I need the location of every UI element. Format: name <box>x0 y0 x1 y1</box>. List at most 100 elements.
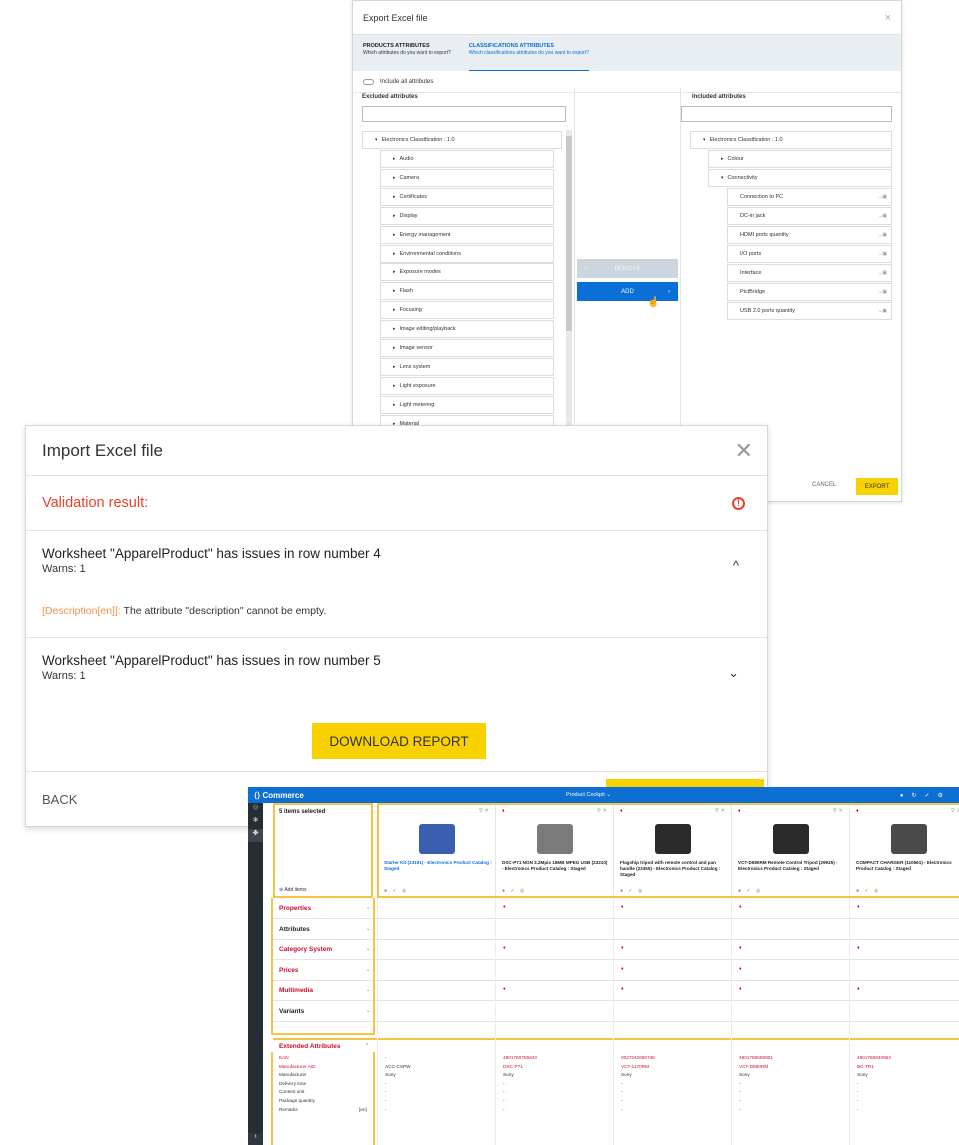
attribute-value[interactable]: - <box>857 1089 859 1094</box>
remove-button[interactable]: ‹ REMOVE <box>577 259 678 278</box>
chevron-up-icon[interactable]: ^ <box>366 1043 368 1049</box>
product-image[interactable] <box>891 824 927 854</box>
attribute-value[interactable]: Sony <box>621 1072 632 1077</box>
back-button[interactable]: BACK <box>42 792 77 807</box>
caret-right-icon[interactable]: ▸ <box>393 269 396 275</box>
chevron-down-icon[interactable]: ⌄ <box>728 665 739 681</box>
caret-down-icon[interactable]: ▾ <box>375 137 378 143</box>
tree-node[interactable]: ▸ Image sensor <box>380 339 554 357</box>
close-icon[interactable]: × <box>885 12 891 24</box>
caret-right-icon[interactable]: ▸ <box>393 251 396 257</box>
attribute-value[interactable]: Sony <box>503 1072 514 1077</box>
tree-node[interactable]: ▸ Exposure modes <box>380 263 554 282</box>
tree-node-root[interactable]: ▾ Electronics Classification : 1.0 <box>690 131 892 149</box>
attribute-value[interactable]: 0027242680746 <box>621 1055 655 1060</box>
expand-icon[interactable]: › <box>248 1133 263 1145</box>
attribute-value[interactable]: BC-TR1 <box>857 1064 874 1069</box>
check-icon[interactable]: ✓ <box>925 793 938 799</box>
product-image[interactable] <box>655 824 691 854</box>
tree-node[interactable]: ▸ Camera <box>380 168 554 187</box>
caret-right-icon[interactable]: ▸ <box>393 383 396 389</box>
product-image[interactable] <box>537 824 573 854</box>
step-products-attributes[interactable]: PRODUCTS ATTRIBUTES Which attributes do … <box>363 43 451 71</box>
extended-attributes-header[interactable]: Extended Attributes ^ <box>273 1038 959 1052</box>
caret-right-icon[interactable]: ▸ <box>393 213 396 219</box>
attribute-value[interactable]: - <box>385 1107 387 1112</box>
step-classifications-attributes[interactable]: CLASSIFICATIONS ATTRIBUTES Which classif… <box>468 43 589 71</box>
caret-right-icon[interactable]: ▸ <box>393 194 396 200</box>
caret-right-icon[interactable]: ▸ <box>393 288 396 294</box>
export-button[interactable]: EXPORT <box>856 478 898 495</box>
included-attribute[interactable]: PictBridge ⌄▣ <box>727 283 892 301</box>
tree-node[interactable]: ▸ Display <box>380 206 554 225</box>
pin-close-icons[interactable]: ⚲ ✕ <box>597 808 607 814</box>
attribute-value[interactable]: - <box>621 1089 623 1094</box>
attribute-value[interactable]: ACC-CSPW <box>385 1064 411 1069</box>
tree-node[interactable]: ▸ Light exposure <box>380 376 554 395</box>
section-row[interactable]: Prices ⌄ ♦ ♦ <box>273 961 959 981</box>
attribute-value[interactable]: - <box>857 1081 859 1086</box>
section-row[interactable]: Attributes ⌄ <box>273 920 959 940</box>
attribute-options-icon[interactable]: ⌄▣ <box>878 308 887 314</box>
tree-node[interactable]: ▸ Focusing <box>380 301 554 320</box>
attribute-value[interactable]: - <box>621 1081 623 1086</box>
product-name[interactable]: COMPACT CHARGER (110561) - Electronics P… <box>856 860 959 872</box>
attribute-value[interactable]: - <box>621 1098 623 1103</box>
issue-row-5[interactable]: Worksheet "ApparelProduct" has issues in… <box>26 653 767 682</box>
product-name[interactable]: Flagship tripod with remote control and … <box>620 860 728 878</box>
issue-row-4[interactable]: Worksheet "ApparelProduct" has issues in… <box>26 546 767 575</box>
included-attribute[interactable]: HDMI ports quantity ⌄▣ <box>727 226 892 244</box>
attribute-value[interactable]: - <box>621 1107 623 1112</box>
tree-node[interactable]: ▸ Certificates <box>380 187 554 206</box>
attribute-options-icon[interactable]: ⌄▣ <box>878 213 887 219</box>
attribute-value[interactable]: - <box>385 1098 387 1103</box>
attribute-value[interactable]: - <box>503 1098 505 1103</box>
caret-down-icon[interactable]: ▾ <box>721 175 724 181</box>
add-button[interactable]: ADD › <box>577 282 678 301</box>
attribute-value[interactable]: - <box>385 1081 387 1086</box>
caret-right-icon[interactable]: ▸ <box>393 326 396 332</box>
attribute-value[interactable]: - <box>857 1098 859 1103</box>
chevron-up-icon[interactable]: ^ <box>733 558 739 573</box>
attribute-value[interactable]: - <box>503 1081 505 1086</box>
pin-close-icons[interactable]: ⚲ ✕ <box>833 808 843 814</box>
section-row[interactable]: Category System ⌄ ♦ ♦ ♦ ♦ <box>273 940 959 960</box>
caret-right-icon[interactable]: ▸ <box>393 345 396 351</box>
excluded-scrollbar[interactable] <box>566 130 572 426</box>
section-row[interactable]: Multimedia ⌄ ♦ ♦ ♦ ♦ <box>273 981 959 1001</box>
attribute-value[interactable]: DSC-P71 <box>503 1064 523 1069</box>
scroll-thumb[interactable] <box>566 136 572 331</box>
attribute-value[interactable]: - <box>739 1081 741 1086</box>
product-name[interactable]: DSC-P71 NON 3.2Mpix 16MB MPEG USB (23210… <box>502 860 610 872</box>
include-all-toggle[interactable] <box>363 78 374 85</box>
attribute-options-icon[interactable]: ⌄▣ <box>878 289 887 295</box>
attribute-value[interactable]: VCT-1170RM <box>621 1064 649 1069</box>
attribute-value[interactable]: - <box>857 1107 859 1112</box>
caret-down-icon[interactable]: ▾ <box>703 137 706 143</box>
caret-right-icon[interactable]: ▸ <box>393 307 396 313</box>
included-attribute[interactable]: USB 2.0 ports quantity ⌄▣ <box>727 302 892 320</box>
attribute-value[interactable]: - <box>385 1055 387 1060</box>
caret-right-icon[interactable]: ▸ <box>393 232 396 238</box>
tree-group[interactable]: ▾ Connectivity <box>708 169 892 187</box>
attribute-options-icon[interactable]: ⌄▣ <box>878 194 887 200</box>
caret-right-icon[interactable]: ▸ <box>721 156 724 162</box>
caret-right-icon[interactable]: ▸ <box>393 156 396 162</box>
attribute-options-icon[interactable]: ⌄▣ <box>878 232 887 238</box>
grid-icon[interactable]: ✱ <box>248 816 263 829</box>
tree-node[interactable]: ▸ Lens system <box>380 357 554 376</box>
section-row[interactable]: Properties ⌄ ♦ ♦ ♦ ♦ <box>273 899 959 919</box>
attribute-value[interactable]: - <box>739 1098 741 1103</box>
attribute-value[interactable]: - <box>503 1089 505 1094</box>
product-image[interactable] <box>419 824 455 854</box>
home-icon[interactable]: ◎ <box>248 803 263 816</box>
tree-node[interactable]: ▸ Environmental conditions <box>380 244 554 263</box>
product-name[interactable]: VCT-D580RM Remote Control Tripod (29925)… <box>738 860 846 872</box>
close-icon[interactable]: ✕ <box>735 438 753 464</box>
user-icon[interactable]: ● <box>900 793 912 799</box>
settings-icon[interactable]: ⚙ <box>938 793 951 799</box>
add-items-button[interactable]: ⊕ Add items <box>279 887 307 893</box>
caret-right-icon[interactable]: ▸ <box>393 364 396 370</box>
product-name[interactable]: Starter Kit (23191) - Electronics Produc… <box>384 860 492 872</box>
tree-node[interactable]: ▸ Image editing/playback <box>380 320 554 339</box>
